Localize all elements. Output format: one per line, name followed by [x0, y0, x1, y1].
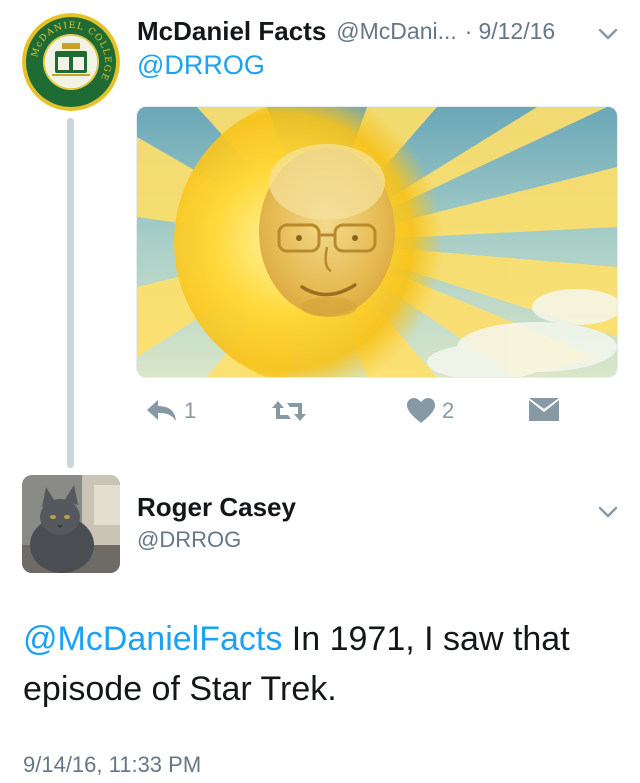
- parent-display-name[interactable]: McDaniel Facts: [137, 16, 326, 47]
- tweet-action-bar: 1 2: [136, 397, 616, 431]
- reply-icon: [147, 400, 176, 421]
- parent-date[interactable]: 9/12/16: [478, 18, 555, 45]
- avatar-roger-casey[interactable]: [22, 475, 120, 573]
- reply-count: 1: [184, 398, 197, 423]
- sun-face-image: [137, 107, 617, 377]
- reply-timestamp: 9/14/16, 11:33 PM: [23, 752, 202, 777]
- parent-tweet-mention[interactable]: @DRROG: [137, 50, 265, 81]
- heart-icon: [407, 398, 435, 423]
- retweet-icon: [272, 401, 306, 421]
- reply-display-name[interactable]: Roger Casey: [137, 492, 296, 523]
- retweet-button[interactable]: [270, 397, 308, 425]
- direct-message-button[interactable]: [528, 397, 560, 423]
- parent-handle[interactable]: @McDani...: [336, 18, 456, 45]
- reply-handle[interactable]: @DRROG: [137, 527, 241, 553]
- envelope-icon: [529, 398, 559, 421]
- college-seal-logo: McDANIEL COLLEGE: [22, 13, 120, 111]
- parent-tweet-header: McDaniel Facts @McDani... · 9/12/16: [137, 14, 620, 48]
- thread-connector-line: [67, 118, 74, 468]
- tweet-media-image[interactable]: [136, 106, 618, 378]
- like-button[interactable]: 2: [406, 397, 454, 425]
- like-count: 2: [442, 398, 455, 423]
- date-separator: ·: [464, 17, 473, 44]
- reply-mention-link[interactable]: @McDanielFacts: [23, 620, 282, 658]
- reply-tweet-text: @McDanielFacts In 1971, I saw that episo…: [23, 614, 623, 714]
- cat-photo-avatar: [22, 475, 120, 573]
- chevron-down-icon[interactable]: [596, 500, 620, 524]
- avatar-mcdaniel-college[interactable]: McDANIEL COLLEGE: [22, 13, 120, 111]
- chevron-down-icon[interactable]: [596, 22, 620, 46]
- reply-button[interactable]: 1: [144, 397, 196, 425]
